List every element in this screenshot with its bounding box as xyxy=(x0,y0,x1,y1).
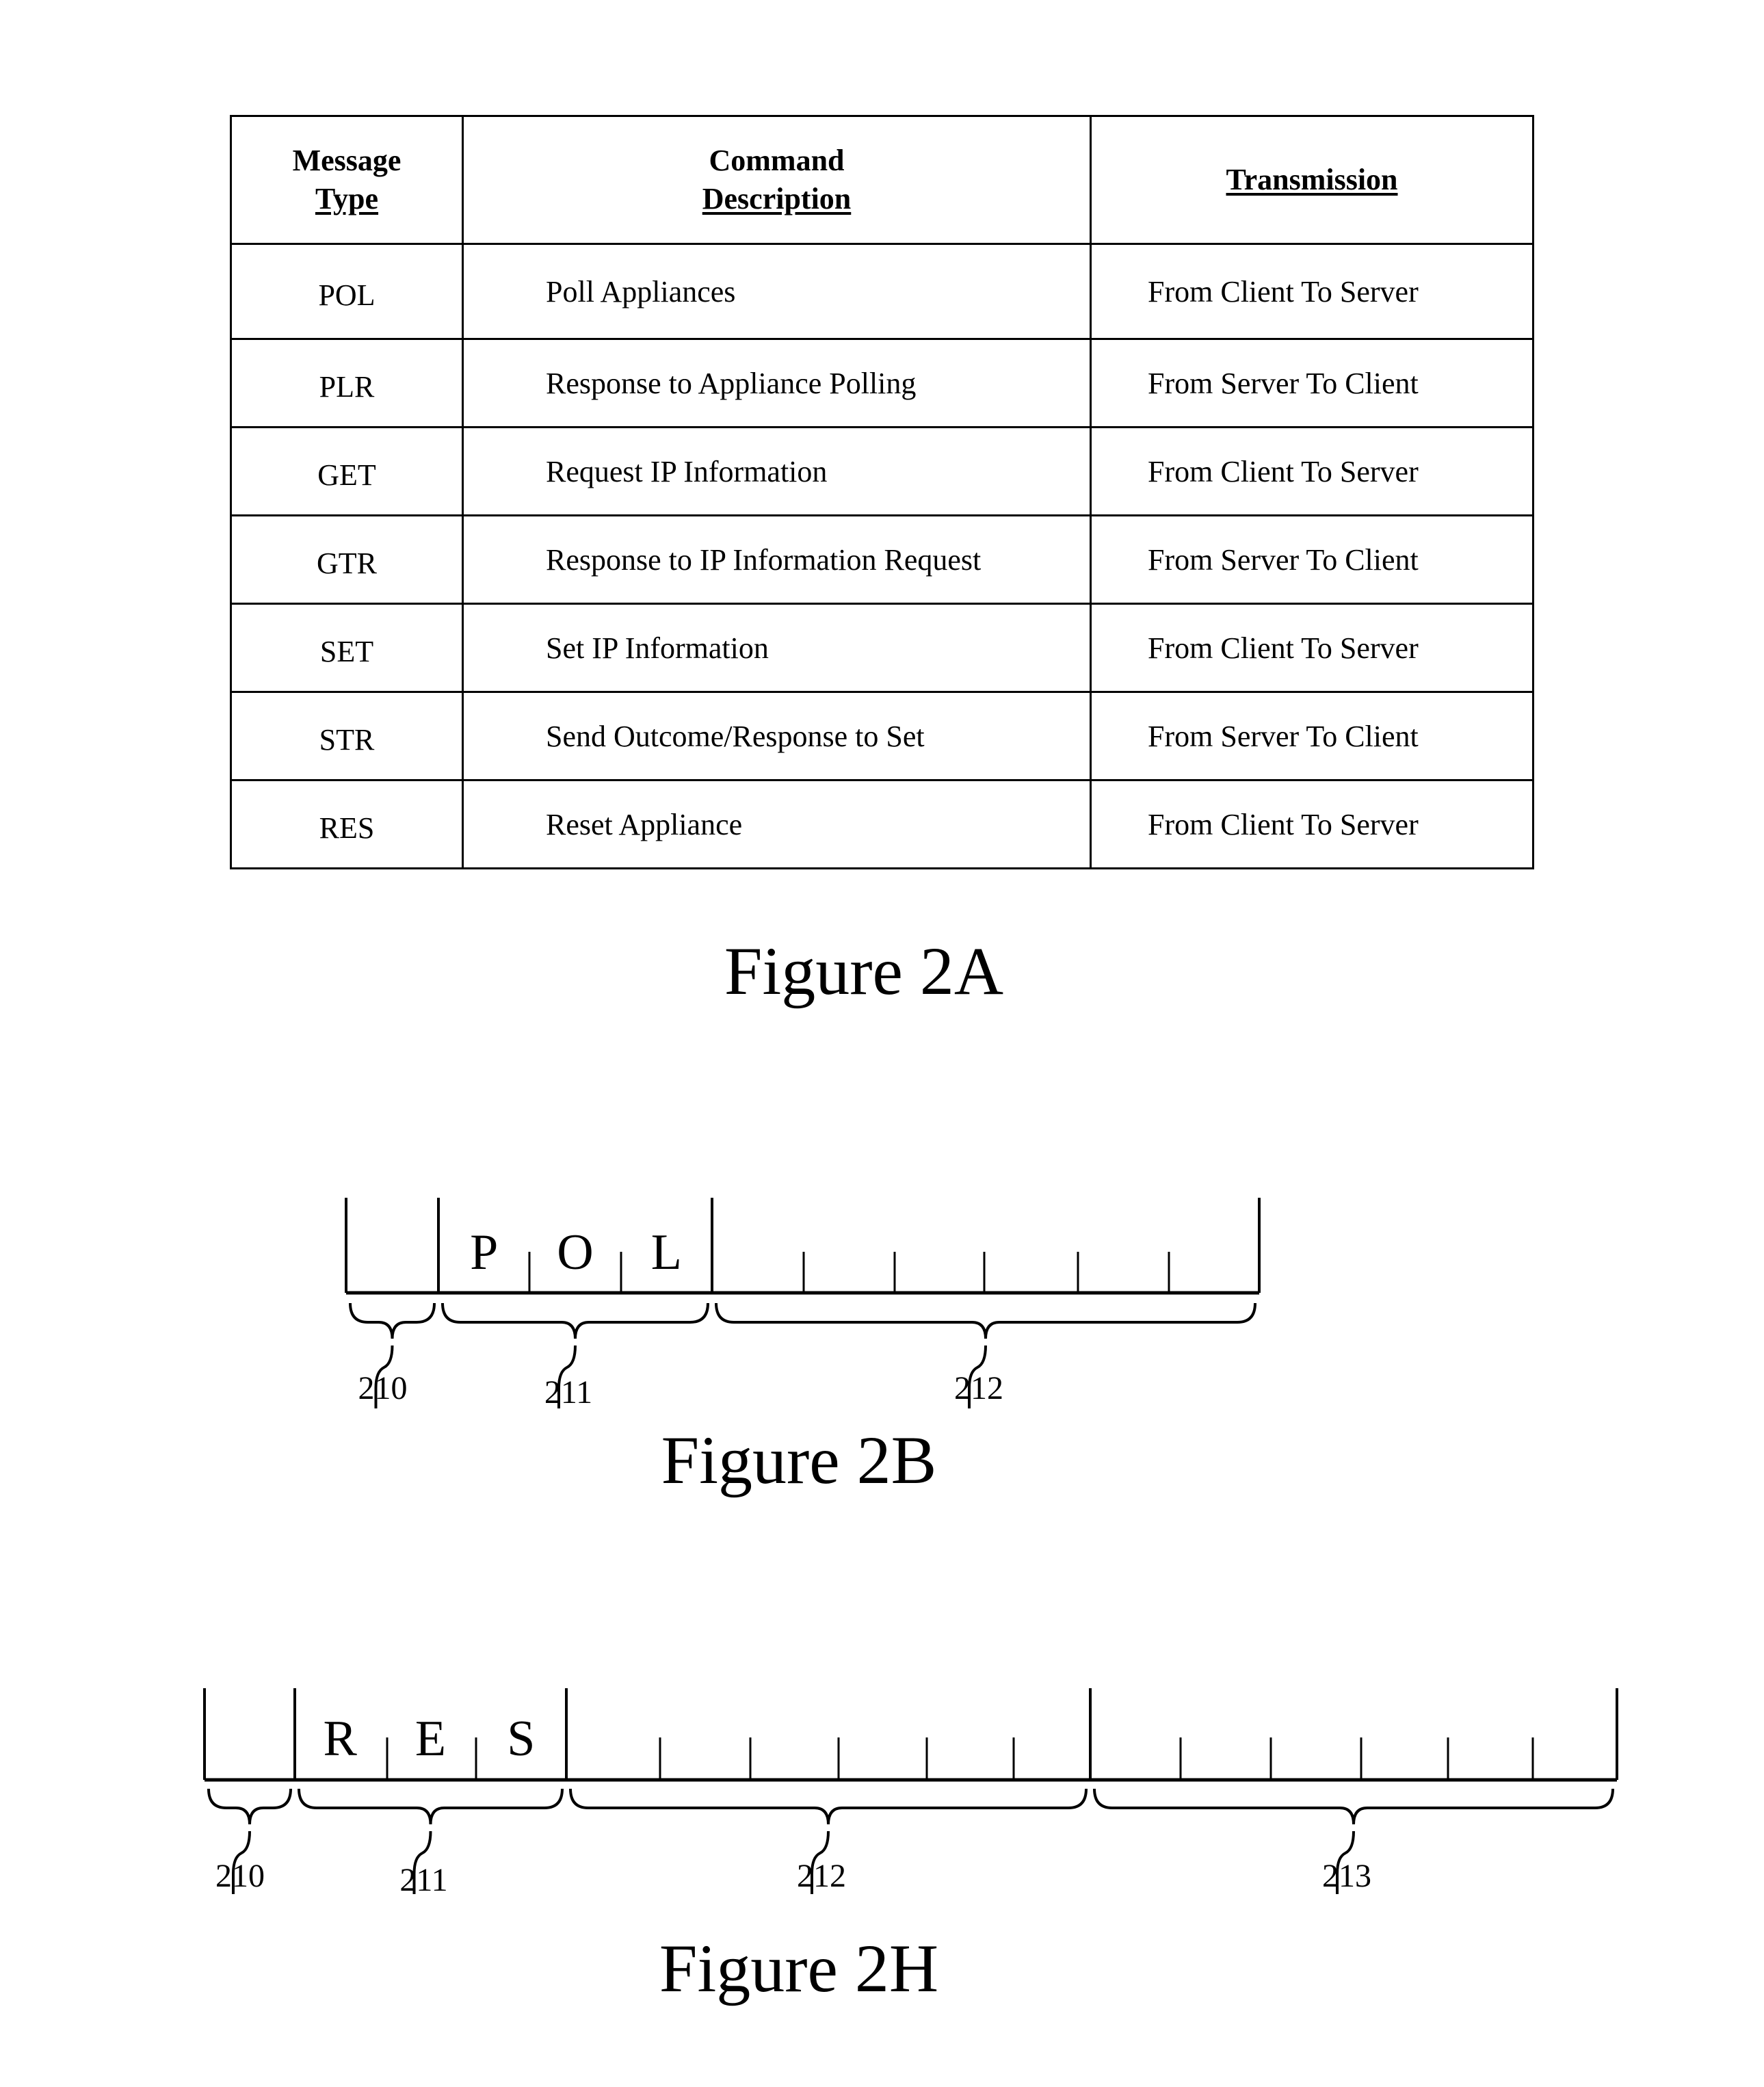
reference-numeral-212: 212 xyxy=(797,1858,846,1894)
field-brace-211 xyxy=(298,1788,564,1825)
figure-2h-caption: Figure 2H xyxy=(659,1930,939,2006)
field-brace-213 xyxy=(1093,1788,1614,1825)
field-letter: R xyxy=(323,1711,357,1767)
field-brace-212 xyxy=(569,1788,1088,1825)
reference-numeral-211: 211 xyxy=(399,1862,447,1898)
reference-numeral-210: 210 xyxy=(215,1858,265,1894)
field-brace-210 xyxy=(207,1788,292,1825)
figure-2h-message-format: 210 R E S 211 212 213 xyxy=(203,1688,1618,1898)
field-letter: S xyxy=(507,1711,535,1767)
field-letter: E xyxy=(415,1711,446,1767)
reference-numeral-213: 213 xyxy=(1322,1858,1371,1894)
